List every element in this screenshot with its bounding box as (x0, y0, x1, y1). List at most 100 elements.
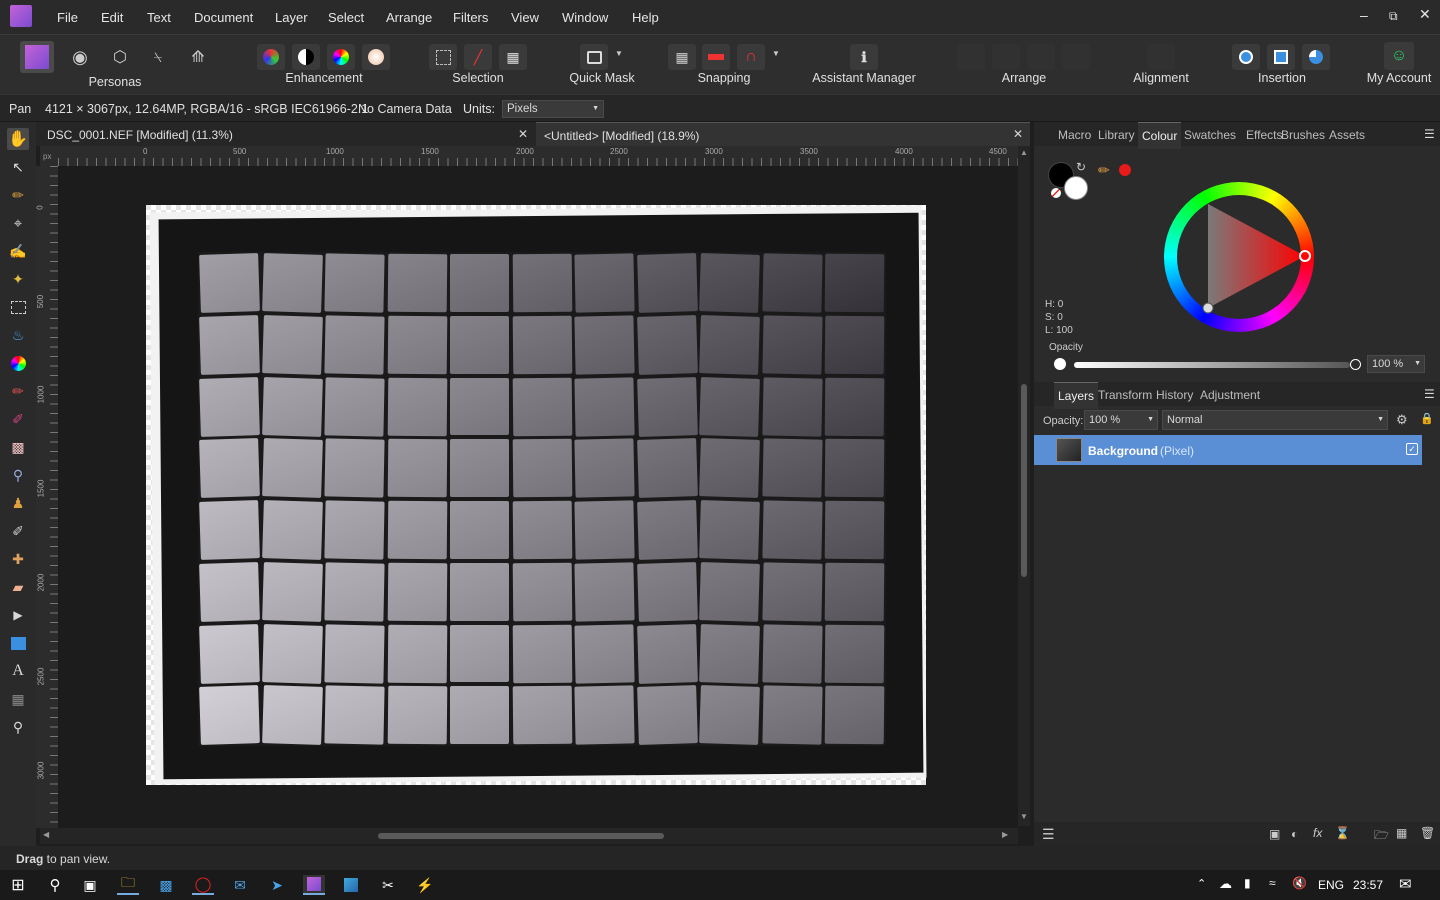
close-tab-icon[interactable]: ✕ (1013, 127, 1023, 141)
adjustment-layer-icon[interactable]: ◐ (1291, 827, 1298, 841)
scroll-left-icon[interactable]: ◀ (43, 830, 49, 839)
snap-candidates-button[interactable] (702, 44, 730, 70)
app-icon[interactable]: ⚡ (414, 875, 436, 895)
tab-untitled[interactable]: <Untitled> [Modified] (18.9%) (536, 122, 1030, 146)
tab-assets[interactable]: Assets (1329, 128, 1365, 142)
notifications-icon[interactable]: ✉ (1399, 875, 1412, 893)
layer-visibility-checkbox[interactable]: ✓ (1406, 443, 1418, 455)
gear-icon[interactable]: ⚙ (1396, 412, 1408, 428)
menu-document[interactable]: Document (194, 10, 253, 25)
volume-muted-icon[interactable]: 🔇 (1292, 876, 1307, 890)
view-tool[interactable]: ✋ (7, 128, 29, 150)
move-tool[interactable]: ↖ (7, 156, 29, 178)
swap-colours-icon[interactable]: ↻ (1076, 160, 1086, 174)
affinity-photo-taskbar-icon[interactable] (303, 875, 325, 895)
photo-persona-button[interactable] (20, 41, 54, 73)
rectangle-tool[interactable] (7, 632, 29, 654)
deselect-button[interactable]: ╱ (464, 44, 492, 70)
tab-library[interactable]: Library (1098, 128, 1135, 142)
new-pixel-layer-icon[interactable]: ▦ (1396, 826, 1407, 840)
quick-mask-button[interactable] (580, 44, 608, 70)
snap-grid-button[interactable]: ▦ (668, 44, 696, 70)
menu-help[interactable]: Help (632, 10, 659, 25)
lock-icon[interactable]: 🔒 (1420, 412, 1434, 425)
colour-replacement-tool[interactable]: ✐ (7, 408, 29, 430)
layer-opacity-input[interactable]: 100 % ▼ (1084, 410, 1158, 430)
search-icon[interactable]: ⚲ (44, 875, 66, 895)
menu-window[interactable]: Window (562, 10, 608, 25)
auto-contrast-button[interactable] (292, 44, 320, 70)
select-all-button[interactable] (429, 44, 457, 70)
picked-colour-swatch[interactable] (1119, 164, 1131, 176)
arrange-forward-button[interactable] (1027, 44, 1055, 70)
selection-brush-tool[interactable]: ✍ (7, 240, 29, 262)
affinity-photo-logo-icon[interactable] (10, 5, 32, 27)
opera-browser-icon[interactable]: ◯ (192, 875, 214, 895)
eyedropper-icon[interactable]: ✏ (1098, 162, 1110, 179)
tab-brushes[interactable]: Brushes (1281, 128, 1325, 142)
menu-select[interactable]: Select (328, 10, 364, 25)
assistant-manager-button[interactable]: ℹ (850, 44, 878, 70)
alignment-button[interactable] (1147, 44, 1175, 70)
crop-tool[interactable]: ⌖ (7, 212, 29, 234)
scroll-right-icon[interactable]: ▶ (1002, 830, 1008, 839)
menu-layer[interactable]: Layer (275, 10, 308, 25)
tab-transform[interactable]: Transform (1098, 388, 1152, 402)
inpainting-brush-tool[interactable]: ▰ (7, 576, 29, 598)
fx-icon[interactable]: fx (1313, 826, 1322, 840)
affinity-designer-taskbar-icon[interactable] (340, 875, 362, 895)
blur-brush-tool[interactable]: ✐ (7, 520, 29, 542)
erase-brush-tool[interactable]: ▩ (7, 436, 29, 458)
file-explorer-icon[interactable]: 🗀 (117, 874, 139, 895)
vertical-scroll-thumb[interactable] (1021, 384, 1027, 577)
close-tab-icon[interactable]: ✕ (518, 127, 528, 141)
dodge-brush-tool[interactable]: ⚲ (7, 464, 29, 486)
insert-inside-button[interactable] (1232, 44, 1260, 70)
snipping-tool-icon[interactable]: ✂ (377, 875, 399, 895)
healing-brush-tool[interactable]: ✚ (7, 548, 29, 570)
opacity-input[interactable]: 100 % ▼ (1367, 355, 1425, 373)
clone-brush-tool[interactable]: ♟ (7, 492, 29, 514)
no-colour-icon[interactable] (1051, 188, 1061, 198)
scroll-down-icon[interactable]: ▼ (1020, 812, 1028, 821)
export-persona-button[interactable]: ⟰ (184, 44, 212, 70)
auto-colour-button[interactable] (327, 44, 355, 70)
arrange-back-button[interactable] (957, 44, 985, 70)
vertical-scrollbar[interactable]: ▲ ▼ (1018, 146, 1030, 826)
menu-text[interactable]: Text (147, 10, 171, 25)
snapping-dropdown-icon[interactable]: ▼ (772, 49, 780, 58)
paint-brush-tool[interactable]: ✏ (7, 380, 29, 402)
quick-mask-dropdown-icon[interactable]: ▼ (615, 49, 623, 58)
units-select[interactable]: Pixels ▼ (502, 100, 604, 118)
language-indicator[interactable]: ENG (1318, 878, 1344, 892)
trash-icon[interactable]: 🗑 (1420, 826, 1435, 840)
windows-start-icon[interactable]: ⊞ (7, 875, 29, 895)
arrange-front-button[interactable] (1062, 44, 1090, 70)
clock[interactable]: 23:57 (1353, 878, 1383, 892)
panel-menu-icon[interactable]: ☰ (1424, 127, 1435, 141)
restore-icon[interactable]: ⧉ (1389, 9, 1398, 24)
auto-white-balance-button[interactable] (362, 44, 390, 70)
flood-select-tool[interactable]: ✦ (7, 268, 29, 290)
tab-history[interactable]: History (1156, 388, 1193, 402)
pen-tool[interactable]: ▶ (7, 604, 29, 626)
tab-adjustment[interactable]: Adjustment (1200, 388, 1260, 402)
menu-filters[interactable]: Filters (453, 10, 488, 25)
mesh-warp-tool[interactable]: ▦ (7, 688, 29, 710)
zoom-tool[interactable]: ⚲ (7, 716, 29, 738)
mail-icon[interactable]: ✉ (229, 875, 251, 895)
menu-arrange[interactable]: Arrange (386, 10, 432, 25)
artistic-text-tool[interactable]: A (7, 660, 29, 682)
minimize-icon[interactable]: – (1360, 7, 1368, 23)
arrange-backward-button[interactable] (992, 44, 1020, 70)
insert-top-button[interactable] (1302, 44, 1330, 70)
scroll-up-icon[interactable]: ▲ (1020, 148, 1028, 157)
layer-row-background[interactable]: Background (Pixel) ✓ (1034, 435, 1422, 465)
live-filter-icon[interactable]: ⌛ (1335, 826, 1350, 840)
invert-selection-button[interactable]: ▦ (499, 44, 527, 70)
tab-macro[interactable]: Macro (1058, 128, 1091, 142)
close-window-icon[interactable]: ✕ (1419, 6, 1431, 23)
secondary-colour-swatch[interactable] (1064, 176, 1088, 200)
tab-swatches[interactable]: Swatches (1184, 128, 1236, 142)
mask-layer-icon[interactable]: ▣ (1269, 827, 1280, 841)
